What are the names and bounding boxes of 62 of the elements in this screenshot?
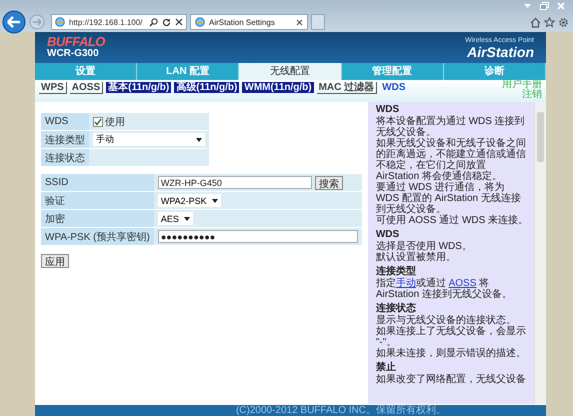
sub-tab[interactable]: WDS <box>380 82 408 93</box>
help-heading: 连接类型 <box>376 266 417 278</box>
help-link[interactable]: AOSS <box>448 278 476 289</box>
help-text: 可使用 AOSS 通过 WDS 来连接。 <box>376 215 528 226</box>
caret-icon <box>212 198 218 202</box>
address-bar[interactable]: http://192.168.1.100/ <box>51 14 187 30</box>
sub-tab[interactable]: WMM(11n/g/b) <box>242 82 314 93</box>
main-tab[interactable]: 无线配置 <box>239 63 342 80</box>
field-label: WDS <box>41 113 89 130</box>
search-icon[interactable] <box>149 18 158 26</box>
help-heading: WDS <box>376 229 400 240</box>
help-text: 默认设置被禁用。 <box>376 252 456 263</box>
field-label: 验证 <box>41 192 154 209</box>
brand-logo: BUFFALO <box>47 35 105 48</box>
caret-icon <box>196 138 202 142</box>
apply-button[interactable]: 应用 <box>41 254 69 268</box>
sub-tab[interactable]: MAC 过滤器 <box>316 82 378 94</box>
copyright-text: (C)2000-2012 BUFFALO INC。保留所有权利。 <box>236 405 446 416</box>
password-field[interactable]: ●●●●●●●●●● <box>158 230 358 243</box>
help-text: 显示与无线父设备的连接状态。 <box>376 315 516 326</box>
help-heading: 连接状态 <box>376 303 417 314</box>
star-icon[interactable] <box>544 16 555 28</box>
help-text: 选择是否使用 WDS。 <box>376 241 472 252</box>
field-label: 连接类型 <box>41 131 89 148</box>
refresh-icon[interactable] <box>162 18 171 26</box>
help-text: 如果未连接，则显示错误的描述。 <box>376 348 526 359</box>
scrollbar[interactable] <box>534 102 546 404</box>
help-text: 将本设备配置为通过 WDS 连接到无线父设备。 <box>376 116 525 138</box>
globe-icon <box>55 17 65 27</box>
help-heading: WDS <box>376 104 400 116</box>
product-name: AirStation <box>467 44 534 60</box>
dropdown[interactable]: 手动 <box>93 133 205 146</box>
checkbox-label: 使用 <box>105 116 125 128</box>
stop-icon[interactable] <box>175 18 183 26</box>
home-icon[interactable] <box>530 16 541 28</box>
field-label: SSID <box>41 174 154 191</box>
field-label: 连接状态 <box>41 149 89 166</box>
checkbox[interactable] <box>93 116 103 126</box>
model-name: WCR-G300 <box>47 48 100 60</box>
close-icon[interactable] <box>296 18 303 26</box>
address-text: http://192.168.1.100/ <box>69 18 144 26</box>
sub-tab[interactable]: AOSS <box>70 82 104 94</box>
help-text: 指定手动或通过 AOSS 将 AirStation 连接到无线父设备。 <box>376 278 512 300</box>
dropdown[interactable]: AES <box>158 212 193 225</box>
search-button[interactable]: 搜索 <box>314 176 343 190</box>
globe-icon <box>195 17 205 27</box>
dropdown[interactable]: WPA2-PSK <box>158 194 221 207</box>
help-text: 如果无线父设备和无线子设备之间的距离過远，不能建立通信或通信不稳定，在它们之间放置 AirStation 将会使通信稳定。 <box>376 138 526 182</box>
caret-icon <box>184 216 190 220</box>
help-text: 要通过 WDS 进行通信，将为 WDS 配置的 AirStation 无线连接到无线父设备。 <box>376 182 521 215</box>
ssid-field[interactable]: WZR-HP-G450 <box>158 176 312 189</box>
help-link[interactable]: 手动 <box>396 278 416 289</box>
help-text: 如果连接上了无线父设备，会显示 "-"。 <box>376 326 526 348</box>
help-text: 如果改变了网络配置，无线父设备 <box>376 374 526 385</box>
browser-tab[interactable]: AirStation Settings <box>190 14 308 30</box>
sub-tab[interactable]: 基本(11n/g/b) <box>106 82 172 93</box>
help-heading: 禁止 <box>376 362 397 374</box>
settings-icon[interactable] <box>558 16 569 28</box>
sub-tab[interactable]: 高级(11n/g/b) <box>174 82 240 93</box>
sub-tab[interactable]: WPS <box>39 82 67 94</box>
field-label: 加密 <box>41 210 154 227</box>
field-label: WPA-PSK (预共享密钥) <box>41 228 154 245</box>
